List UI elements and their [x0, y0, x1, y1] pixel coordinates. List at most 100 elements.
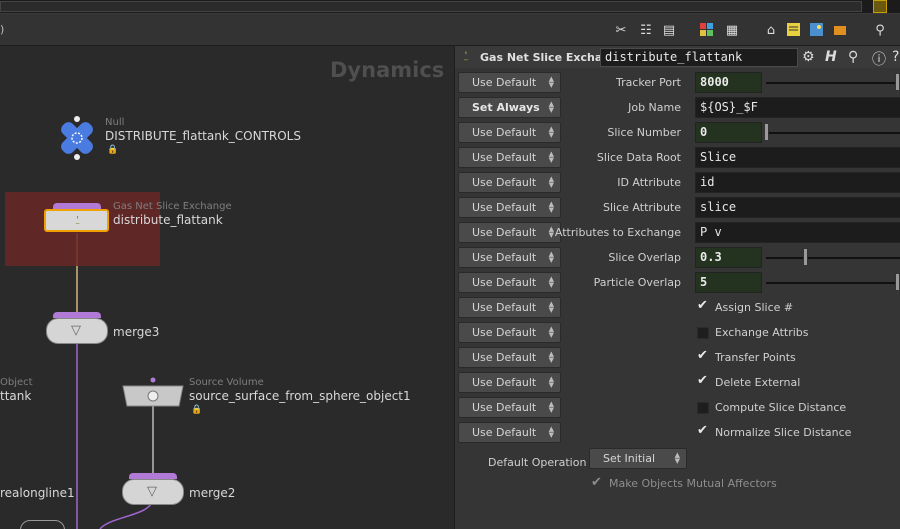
lock-icon: 🔒: [107, 145, 119, 155]
attributes-to-exchange-field[interactable]: P v: [695, 222, 900, 243]
default-behavior-button[interactable]: Use Default ▲ ▼: [458, 372, 561, 393]
default-operation-menu[interactable]: Set Initial ▲ ▼: [589, 448, 687, 469]
tracker-port-field[interactable]: 8000: [695, 72, 762, 93]
default-behavior-button[interactable]: Use Default ▲ ▼: [458, 422, 561, 443]
default-behavior-button[interactable]: Use Default ▲ ▼: [458, 147, 561, 168]
pin-icon[interactable]: [873, 0, 887, 13]
default-behavior-button[interactable]: Use Default ▲ ▼: [458, 272, 561, 293]
mutual-affectors-checkbox[interactable]: ✔: [591, 475, 602, 490]
search-icon[interactable]: ⚲: [848, 49, 858, 65]
compute-slice-distance-checkbox[interactable]: [697, 402, 709, 414]
default-behavior-button[interactable]: Use Default ▲ ▼: [458, 297, 561, 318]
help-h-icon[interactable]: H: [825, 49, 837, 65]
default-behavior-button[interactable]: Use Default ▲ ▼: [458, 197, 561, 218]
param-label: Slice Number: [607, 126, 681, 139]
param-row-id-attribute: Use Default ▲ ▼ ID Attribute id: [455, 170, 900, 195]
slice-number-field[interactable]: 0: [695, 122, 762, 143]
slider-knob[interactable]: [803, 248, 808, 266]
slice-exchange-icon: ⍘: [74, 213, 82, 227]
slice-overlap-slider[interactable]: [766, 257, 900, 259]
node-name-label[interactable]: source_surface_from_sphere_object1: [189, 389, 411, 403]
stepper-arrows-icon: ▲ ▼: [548, 375, 554, 389]
merge3-node[interactable]: ▽: [46, 318, 108, 344]
default-behavior-button[interactable]: Use Default ▲ ▼: [458, 247, 561, 268]
box-icon[interactable]: [831, 21, 849, 39]
node-name-label[interactable]: merge2: [189, 486, 235, 500]
node-name-field[interactable]: distribute_flattank: [600, 48, 798, 67]
toggle-label: Transfer Points: [715, 351, 796, 364]
param-row-assign-slice: Use Default ▲ ▼ ✔ Assign Slice #: [455, 295, 900, 320]
particle-overlap-field[interactable]: 5: [695, 272, 762, 293]
default-behavior-button[interactable]: Set Always ▲ ▼: [458, 97, 561, 118]
param-row-slice-attribute: Use Default ▲ ▼ Slice Attribute slice: [455, 195, 900, 220]
node-name-label[interactable]: DISTRIBUTE_flattank_CONTROLS: [105, 129, 301, 143]
parameter-panel: ⍘ Gas Net Slice Exchange distribute_flat…: [454, 46, 900, 529]
param-row-slice-overlap: Use Default ▲ ▼ Slice Overlap 0.3: [455, 245, 900, 270]
node-name-label[interactable]: ttank: [0, 389, 31, 403]
toolbar-edge: ): [0, 23, 5, 36]
default-behavior-label: Use Default: [472, 326, 537, 339]
slice-overlap-field[interactable]: 0.3: [695, 247, 762, 268]
default-behavior-button[interactable]: Use Default ▲ ▼: [458, 172, 561, 193]
id-attribute-field[interactable]: id: [695, 172, 900, 193]
node-name-label[interactable]: distribute_flattank: [113, 213, 223, 227]
tree-icon[interactable]: ☷: [637, 21, 655, 39]
sticky-note-icon[interactable]: [785, 21, 803, 39]
exchange-attribs-checkbox[interactable]: [697, 327, 709, 339]
default-behavior-button[interactable]: Use Default ▲ ▼: [458, 222, 561, 243]
delete-external-checkbox[interactable]: ✔: [697, 373, 708, 388]
network-view[interactable]: Dynamics Null DISTRIBUTE_flattank_CONTRO…: [0, 46, 454, 529]
default-behavior-label: Use Default: [472, 226, 537, 239]
slice-exchange-icon: ⍘: [462, 49, 470, 64]
search-icon[interactable]: ⚲: [871, 21, 889, 39]
gear-icon[interactable]: ⚙: [802, 49, 815, 65]
network-icon[interactable]: ⌂: [762, 21, 780, 39]
default-behavior-label: Use Default: [472, 176, 537, 189]
default-behavior-button[interactable]: Use Default ▲ ▼: [458, 397, 561, 418]
node-type-label: Object: [0, 377, 33, 388]
image-icon[interactable]: [808, 21, 826, 39]
stepper-arrows-icon: ▲ ▼: [548, 150, 554, 164]
node-name-label[interactable]: merge3: [113, 325, 159, 339]
transfer-points-checkbox[interactable]: ✔: [697, 348, 708, 363]
node-name-label[interactable]: realongline1: [0, 486, 75, 500]
tracker-port-slider[interactable]: [766, 82, 900, 84]
node-type-label: Source Volume: [189, 377, 264, 388]
slice-number-slider[interactable]: [766, 132, 900, 134]
default-behavior-button[interactable]: Use Default ▲ ▼: [458, 322, 561, 343]
grid-icon[interactable]: ▦: [723, 21, 741, 39]
param-label: Slice Data Root: [596, 151, 681, 164]
slice-exchange-node[interactable]: ⍘: [44, 209, 109, 232]
default-behavior-button[interactable]: Use Default ▲ ▼: [458, 72, 561, 93]
list-icon[interactable]: ▤: [660, 21, 678, 39]
slice-attribute-field[interactable]: slice: [695, 197, 900, 218]
color-palette-icon[interactable]: [698, 21, 716, 39]
stepper-arrows-icon: ▲ ▼: [548, 250, 554, 264]
default-behavior-button[interactable]: Use Default ▲ ▼: [458, 122, 561, 143]
stepper-arrows-icon: ▲ ▼: [548, 125, 554, 139]
assign-slice-checkbox[interactable]: ✔: [697, 298, 708, 313]
slider-knob[interactable]: [764, 123, 769, 141]
default-behavior-button[interactable]: Use Default ▲ ▼: [458, 347, 561, 368]
merge2-node[interactable]: ▽: [122, 479, 184, 505]
source-volume-node[interactable]: [121, 376, 185, 410]
partial-node[interactable]: [20, 520, 65, 529]
info-icon[interactable]: ⓘ: [872, 49, 886, 69]
node-type-label: Gas Net Slice Exchange: [113, 201, 232, 212]
job-name-field[interactable]: ${OS}_$F: [695, 97, 900, 118]
path-bar[interactable]: [0, 1, 862, 12]
help-icon[interactable]: ?: [892, 49, 899, 65]
tools-icon[interactable]: ✂: [612, 21, 630, 39]
param-label: Tracker Port: [616, 76, 681, 89]
default-behavior-label: Use Default: [472, 351, 537, 364]
null-node[interactable]: [53, 114, 101, 162]
param-row-transfer-points: Use Default ▲ ▼ ✔ Transfer Points: [455, 345, 900, 370]
particle-overlap-slider[interactable]: [766, 282, 900, 284]
slider-knob[interactable]: [895, 73, 900, 91]
param-row-normalize-slice-distance: Use Default ▲ ▼ ✔ Normalize Slice Distance: [455, 420, 900, 445]
slider-knob[interactable]: [895, 273, 900, 291]
normalize-slice-distance-checkbox[interactable]: ✔: [697, 423, 708, 438]
slice-data-root-field[interactable]: Slice: [695, 147, 900, 168]
param-row-slice-number: Use Default ▲ ▼ Slice Number 0: [455, 120, 900, 145]
param-label: ID Attribute: [617, 176, 681, 189]
